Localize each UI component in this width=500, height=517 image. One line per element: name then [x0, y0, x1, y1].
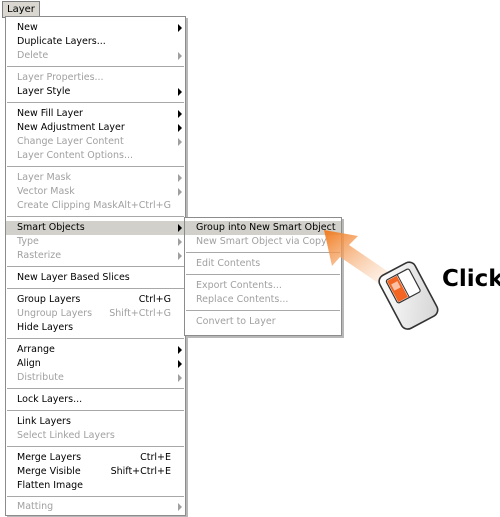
click-illustration — [324, 230, 439, 330]
click-annotation-label: Click — [442, 266, 500, 292]
